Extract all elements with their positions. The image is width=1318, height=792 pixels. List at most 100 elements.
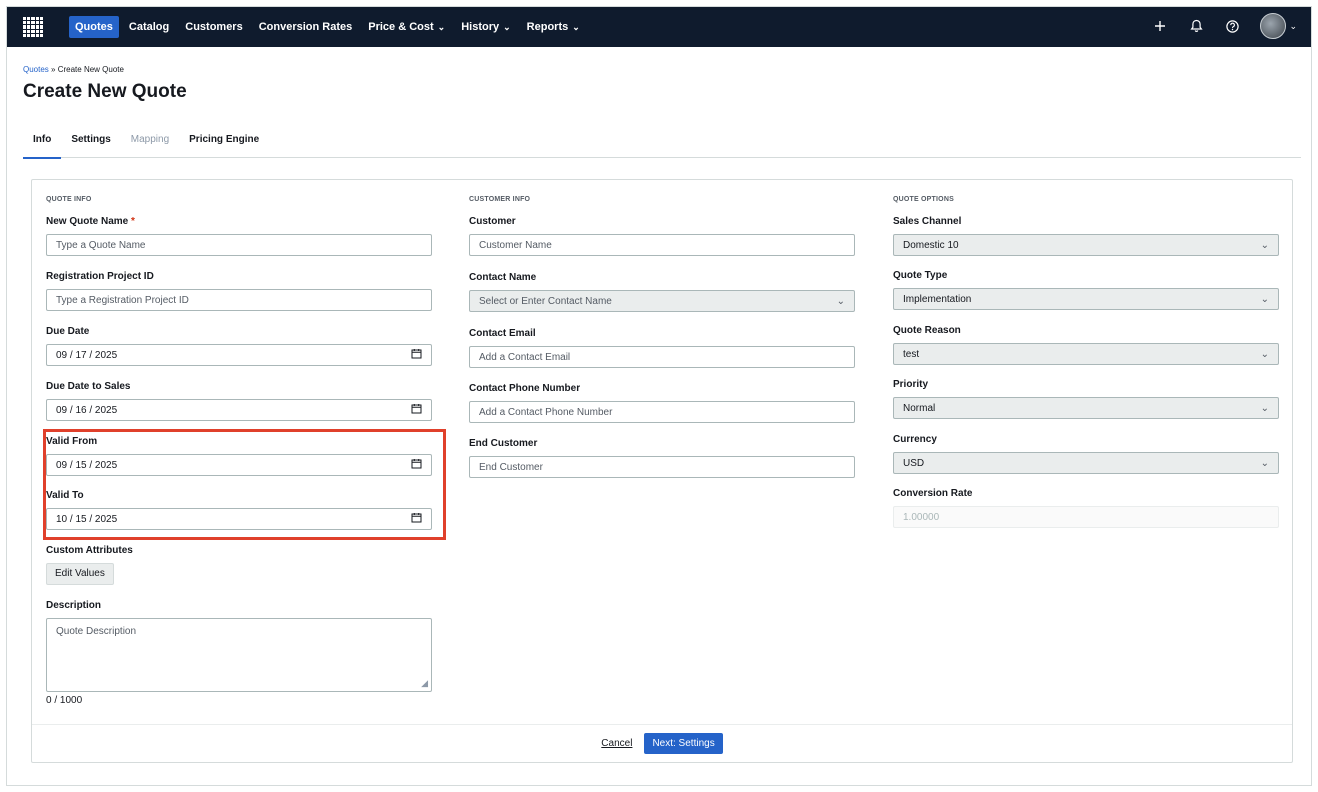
nav-item-catalog[interactable]: Catalog bbox=[123, 16, 175, 38]
description-field: Description Quote Description ◢ 0 / 1000 bbox=[46, 600, 432, 706]
character-counter: 0 / 1000 bbox=[46, 695, 83, 706]
breadcrumb-link-quotes[interactable]: Quotes bbox=[23, 65, 49, 74]
contact-phone-input[interactable]: Add a Contact Phone Number bbox=[469, 401, 855, 423]
custom-attributes-field: Custom Attributes Edit Values bbox=[46, 545, 432, 585]
breadcrumb-separator: » bbox=[51, 65, 56, 74]
contact-name-select[interactable]: Select or Enter Contact Name ⌄ bbox=[469, 290, 855, 312]
chevron-down-icon: ⌄ bbox=[503, 22, 511, 32]
section-heading: CUSTOMER INFO bbox=[469, 196, 531, 203]
field-label: Priority bbox=[893, 379, 929, 390]
customer-input[interactable]: Customer Name bbox=[469, 234, 855, 256]
contact-email-input[interactable]: Add a Contact Email bbox=[469, 346, 855, 368]
bell-icon[interactable] bbox=[1188, 18, 1204, 34]
registration-input[interactable]: Type a Registration Project ID bbox=[46, 289, 432, 311]
app-grid-logo-icon[interactable] bbox=[23, 17, 43, 37]
registration-field: Registration Project ID Type a Registrat… bbox=[46, 271, 432, 311]
chevron-down-icon: ⌄ bbox=[1260, 293, 1269, 305]
description-textarea[interactable]: Quote Description ◢ bbox=[46, 618, 432, 692]
priority-field: Priority Normal ⌄ bbox=[893, 379, 1279, 419]
customer-info-section: CUSTOMER INFO Customer Customer Name Con… bbox=[469, 196, 855, 478]
due-date-input[interactable]: 09 / 17 / 2025 bbox=[46, 344, 432, 366]
chevron-down-icon: ⌄ bbox=[1260, 239, 1269, 251]
currency-select[interactable]: USD ⌄ bbox=[893, 452, 1279, 474]
quote-reason-field: Quote Reason test ⌄ bbox=[893, 325, 1279, 365]
section-heading: QUOTE OPTIONS bbox=[893, 196, 954, 203]
quote-options-section: QUOTE OPTIONS Sales Channel Domestic 10 ⌄… bbox=[893, 196, 1279, 528]
field-label: Quote Reason bbox=[893, 325, 961, 336]
nav-item-conversion-rates[interactable]: Conversion Rates bbox=[253, 16, 359, 38]
nav-item-quotes[interactable]: Quotes bbox=[69, 16, 119, 38]
field-label: Registration Project ID bbox=[46, 271, 154, 282]
nav-menu: Quotes Catalog Customers Conversion Rate… bbox=[69, 16, 586, 38]
currency-field: Currency USD ⌄ bbox=[893, 434, 1279, 474]
next-settings-button[interactable]: Next: Settings bbox=[644, 733, 723, 754]
field-label: Due Date bbox=[46, 326, 90, 337]
cancel-link[interactable]: Cancel bbox=[601, 738, 632, 749]
nav-item-customers[interactable]: Customers bbox=[179, 16, 248, 38]
tab-settings[interactable]: Settings bbox=[61, 133, 120, 158]
help-icon[interactable] bbox=[1224, 18, 1240, 34]
avatar bbox=[1260, 13, 1287, 39]
due-date-sales-input[interactable]: 09 / 16 / 2025 bbox=[46, 399, 432, 421]
tab-info[interactable]: Info bbox=[23, 133, 62, 159]
field-label: Sales Channel bbox=[893, 216, 962, 227]
plus-icon[interactable] bbox=[1152, 18, 1168, 34]
conversion-rate-field: Conversion Rate 1.00000 bbox=[893, 488, 1279, 528]
quote-type-select[interactable]: Implementation ⌄ bbox=[893, 288, 1279, 310]
chevron-down-icon: ⌄ bbox=[1260, 348, 1269, 360]
calendar-icon[interactable] bbox=[411, 403, 422, 417]
field-label: Quote Type bbox=[893, 270, 948, 281]
field-label: Due Date to Sales bbox=[46, 381, 131, 392]
field-label: Description bbox=[46, 600, 102, 611]
quote-name-field: New Quote Name * Type a Quote Name bbox=[46, 216, 432, 256]
priority-select[interactable]: Normal ⌄ bbox=[893, 397, 1279, 419]
quote-reason-select[interactable]: test ⌄ bbox=[893, 343, 1279, 365]
end-customer-input[interactable]: End Customer bbox=[469, 456, 855, 478]
customer-field: Customer Customer Name bbox=[469, 216, 855, 256]
breadcrumb: Quotes » Create New Quote bbox=[23, 65, 124, 74]
chevron-down-icon: ⌄ bbox=[437, 22, 446, 32]
end-customer-field: End Customer End Customer bbox=[469, 438, 855, 478]
app-frame: Quotes Catalog Customers Conversion Rate… bbox=[6, 6, 1312, 786]
nav-item-reports[interactable]: Reports ⌄ bbox=[521, 16, 586, 38]
quote-name-input[interactable]: Type a Quote Name bbox=[46, 234, 432, 256]
tab-bar: Info Settings Mapping Pricing Engine bbox=[23, 133, 1301, 159]
chevron-down-icon: ⌄ bbox=[1289, 20, 1297, 31]
nav-actions: ⌄ bbox=[1152, 13, 1297, 39]
field-label: Custom Attributes bbox=[46, 545, 133, 556]
field-label: End Customer bbox=[469, 438, 538, 449]
resize-handle-icon[interactable]: ◢ bbox=[421, 678, 428, 689]
highlight-box bbox=[43, 429, 446, 540]
field-label: Contact Email bbox=[469, 328, 536, 339]
contact-phone-field: Contact Phone Number Add a Contact Phone… bbox=[469, 383, 855, 423]
conversion-rate-input: 1.00000 bbox=[893, 506, 1279, 528]
chevron-down-icon: ⌄ bbox=[1260, 457, 1269, 469]
nav-item-history[interactable]: History ⌄ bbox=[455, 16, 516, 38]
edit-values-button[interactable]: Edit Values bbox=[46, 563, 114, 585]
field-label: Conversion Rate bbox=[893, 488, 973, 499]
field-label: Contact Phone Number bbox=[469, 383, 581, 394]
tab-pricing-engine[interactable]: Pricing Engine bbox=[179, 133, 269, 158]
quote-type-field: Quote Type Implementation ⌄ bbox=[893, 270, 1279, 310]
field-label: Contact Name bbox=[469, 272, 537, 283]
section-heading: QUOTE INFO bbox=[46, 196, 92, 203]
chevron-down-icon: ⌄ bbox=[836, 295, 845, 307]
field-label: New Quote Name bbox=[46, 216, 129, 227]
user-menu[interactable]: ⌄ bbox=[1260, 13, 1297, 39]
field-label: Currency bbox=[893, 434, 937, 445]
calendar-icon[interactable] bbox=[411, 348, 422, 362]
tab-mapping: Mapping bbox=[130, 134, 170, 145]
chevron-down-icon: ⌄ bbox=[1260, 402, 1269, 414]
contact-email-field: Contact Email Add a Contact Email bbox=[469, 328, 855, 368]
page-title: Create New Quote bbox=[23, 81, 187, 102]
nav-item-price-cost[interactable]: Price & Cost ⌄ bbox=[362, 16, 451, 38]
sales-channel-select[interactable]: Domestic 10 ⌄ bbox=[893, 234, 1279, 256]
contact-name-field: Contact Name Select or Enter Contact Nam… bbox=[469, 272, 855, 312]
sales-channel-field: Sales Channel Domestic 10 ⌄ bbox=[893, 216, 1279, 256]
due-date-field: Due Date 09 / 17 / 2025 bbox=[46, 326, 432, 366]
chevron-down-icon: ⌄ bbox=[572, 22, 580, 32]
required-marker: * bbox=[131, 216, 135, 227]
field-label: Customer bbox=[469, 216, 516, 227]
breadcrumb-current: Create New Quote bbox=[57, 65, 124, 74]
quote-info-section: QUOTE INFO New Quote Name * Type a Quote… bbox=[46, 196, 432, 706]
